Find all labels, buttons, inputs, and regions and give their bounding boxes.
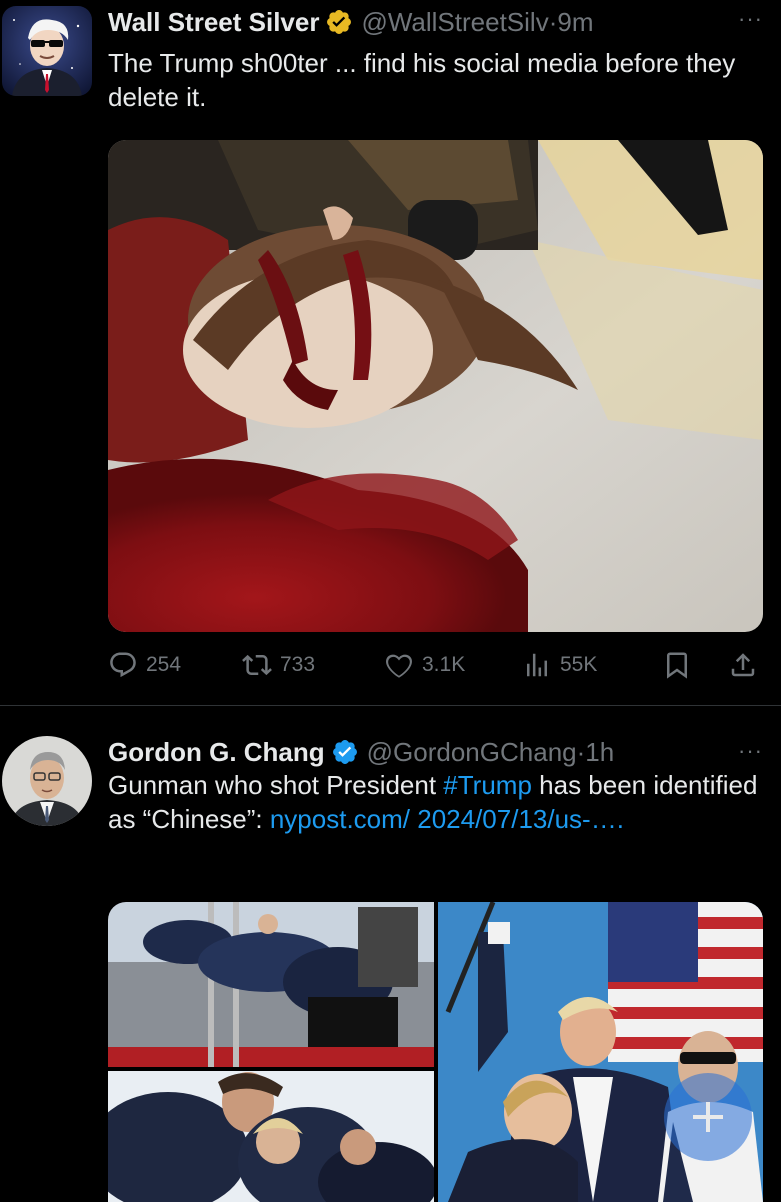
like-button[interactable]: 3.1K: [384, 648, 465, 682]
hashtag-link[interactable]: #Trump: [443, 770, 532, 800]
avatar[interactable]: [2, 736, 92, 826]
like-count: 3.1K: [422, 653, 466, 676]
retweet-icon: [242, 654, 272, 676]
more-icon[interactable]: ···: [738, 738, 763, 764]
tweet-text: Gunman who shot President #Trump has bee…: [108, 768, 768, 836]
timestamp[interactable]: 1h: [585, 737, 614, 768]
author-name[interactable]: Wall Street Silver: [108, 7, 319, 38]
verified-badge-icon: [331, 738, 359, 766]
tweet-2[interactable]: Gordon G. Chang @GordonGChang · 1h ··· G…: [0, 708, 781, 1202]
tweet-image-grid[interactable]: [108, 902, 763, 1202]
url-link[interactable]: nypost.com/ 2024/07/13/us-….: [270, 804, 624, 834]
tweet-1[interactable]: Wall Street Silver @WallStreetSilv · 9m …: [0, 0, 781, 706]
reply-icon: [110, 652, 136, 678]
tweet-image[interactable]: [108, 140, 763, 632]
tweet-text: The Trump sh00ter ... find his social me…: [108, 48, 736, 112]
share-icon: [731, 653, 755, 677]
verified-badge-icon: [325, 8, 353, 36]
views-button[interactable]: 55K: [522, 648, 597, 682]
share-button[interactable]: [728, 648, 766, 682]
author-name[interactable]: Gordon G. Chang: [108, 737, 325, 768]
author-handle[interactable]: @GordonGChang: [367, 737, 577, 768]
retweet-button[interactable]: 733: [242, 648, 315, 682]
timestamp[interactable]: 9m: [557, 7, 593, 38]
separator-dot: ·: [548, 6, 558, 37]
reply-button[interactable]: 254: [108, 648, 181, 682]
retweet-count: 733: [280, 653, 316, 676]
bookmark-icon: [667, 652, 687, 679]
like-icon: [386, 654, 412, 678]
reply-count: 254: [146, 653, 182, 676]
bookmark-button[interactable]: [662, 648, 700, 682]
separator-dot: ·: [576, 736, 586, 767]
avatar[interactable]: [2, 6, 92, 96]
views-icon: [527, 653, 547, 677]
tweet-text-part: Gunman who shot President: [108, 770, 444, 800]
tweet-divider: [0, 705, 781, 706]
more-icon[interactable]: ···: [738, 6, 763, 32]
views-count: 55K: [560, 653, 598, 676]
author-handle[interactable]: @WallStreetSilv: [361, 7, 548, 38]
